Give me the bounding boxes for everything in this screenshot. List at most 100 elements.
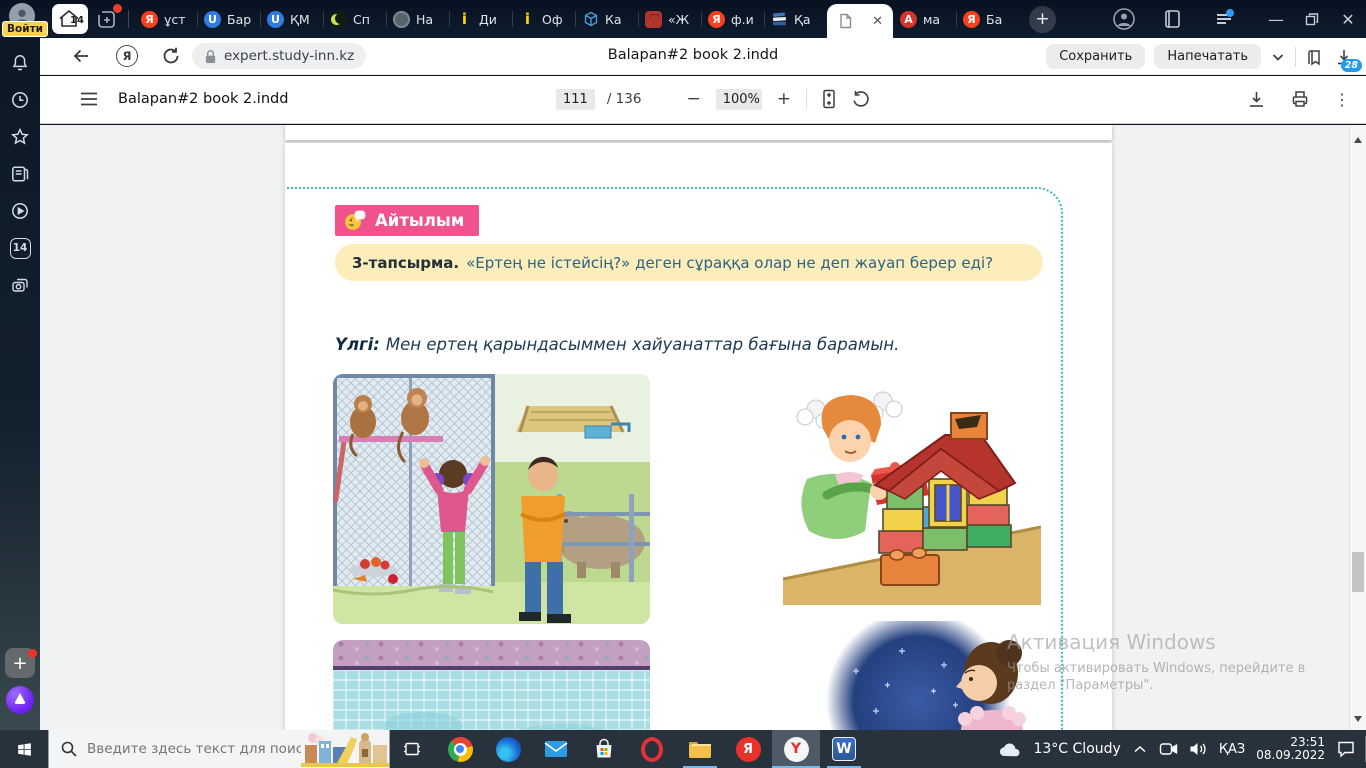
yandex-favicon: Я [141, 10, 158, 28]
task-number: 3-тапсырма. [352, 253, 460, 272]
browser-sidebar: 14 + [0, 38, 40, 730]
search-input[interactable] [87, 741, 301, 757]
pdf-print-icon[interactable] [1290, 89, 1310, 109]
building-blocks-illustration [783, 379, 1041, 605]
save-button[interactable]: Сохранить [1046, 44, 1146, 69]
weather-text[interactable]: 13°C Cloudy [1033, 741, 1120, 757]
red-a-favicon: А [900, 10, 917, 28]
tab-13[interactable]: Ама [893, 0, 956, 38]
taskbar-search[interactable] [48, 730, 390, 768]
video-play-icon[interactable] [0, 194, 40, 228]
edge-icon[interactable] [484, 730, 532, 768]
pdf-more-icon[interactable]: ⋮ [1334, 90, 1350, 109]
back-icon[interactable] [70, 45, 92, 67]
side-panel-icon[interactable] [1162, 8, 1184, 30]
page-number-input[interactable]: 111 [556, 88, 595, 110]
yandex-favicon: Я [963, 10, 980, 28]
window-controls: — ✕ [1112, 0, 1366, 38]
chevron-down-icon[interactable] [1270, 49, 1286, 65]
rotate-icon[interactable] [851, 89, 871, 109]
scroll-down-arrow[interactable] [1354, 716, 1362, 722]
tab-11[interactable]: Қа [764, 0, 827, 38]
pdf-download-icon[interactable] [1247, 89, 1266, 109]
document-favicon [837, 13, 854, 30]
screen: Войти 14 Яұст U Бар U ҚМ Сп На i Ди i Оф Ка … [0, 0, 1366, 768]
pdf-menu-icon[interactable] [80, 91, 98, 107]
yandex-app-icon[interactable]: Я [724, 730, 772, 768]
alice-assistant-button[interactable] [6, 686, 34, 714]
restore-button[interactable] [1294, 0, 1330, 38]
chrome-icon[interactable] [436, 730, 484, 768]
tabs-overview-icon[interactable]: 14 [0, 231, 40, 265]
new-tab-button[interactable]: + [1029, 5, 1056, 33]
start-button[interactable] [0, 730, 48, 768]
tab-10[interactable]: Яф.и [701, 0, 764, 38]
yandex-favicon: Я [708, 10, 725, 28]
tab-14[interactable]: Я Ба [956, 0, 1019, 38]
mail-icon[interactable] [532, 730, 580, 768]
notifications-bell-icon[interactable] [0, 46, 40, 80]
close-window-button[interactable]: ✕ [1330, 0, 1366, 38]
tab-1[interactable]: Яұст [134, 0, 197, 38]
zoom-in-button[interactable]: + [774, 89, 794, 109]
print-button[interactable]: Напечатать [1154, 44, 1261, 69]
screenshot-icon[interactable] [0, 268, 40, 302]
close-tab-icon[interactable]: ✕ [872, 14, 883, 29]
action-center-icon[interactable] [1336, 740, 1356, 758]
pdf-viewer[interactable]: Айтылым 3-тапсырма. «Ертең не істейсің?»… [40, 125, 1366, 730]
notification-dot [113, 4, 122, 13]
profile-icon[interactable] [1112, 7, 1136, 31]
briefcase-favicon [645, 10, 662, 28]
tab-active[interactable]: ✕ [827, 4, 893, 38]
weather-cloud-icon [1000, 743, 1020, 757]
download-count-badge: 28 [1340, 58, 1362, 72]
yandex-home-icon[interactable]: Я [116, 45, 138, 67]
tab-7[interactable]: i Оф [512, 0, 575, 38]
info-favicon: i [524, 10, 531, 28]
grey-favicon [393, 10, 410, 28]
minimize-button[interactable]: — [1258, 0, 1294, 38]
tray-chevron-icon[interactable] [1132, 742, 1148, 756]
document-title: Balapan#2 book 2.indd [607, 47, 779, 63]
tab-3[interactable]: U ҚМ [260, 0, 323, 38]
scrollbar-thumb[interactable] [1352, 552, 1364, 592]
tab-4[interactable]: Сп [323, 0, 386, 38]
scroll-up-arrow[interactable] [1354, 137, 1362, 143]
date-text: 08.09.2022 [1256, 748, 1325, 762]
keyboard-language[interactable]: ҚАЗ [1219, 742, 1245, 757]
pdf-page: Айтылым 3-тапсырма. «Ертең не істейсің?»… [285, 143, 1112, 730]
address-bar-row: Я expert.study-inn.kz Balapan#2 book 2.i… [40, 38, 1366, 75]
file-explorer-icon[interactable] [676, 730, 724, 768]
browser-menu-icon[interactable] [1206, 0, 1242, 38]
viewer-scrollbar[interactable] [1349, 125, 1366, 730]
volume-icon[interactable] [1189, 741, 1208, 757]
tab-6[interactable]: i Ди [449, 0, 512, 38]
speaking-badge: Айтылым [335, 205, 480, 236]
tabs-container: Яұст U Бар U ҚМ Сп На i Ди i Оф Ка «Ж Яф.и Қ… [134, 0, 1056, 38]
opera-icon[interactable] [628, 730, 676, 768]
yandex-browser-icon[interactable]: Y [772, 730, 820, 768]
store-icon[interactable] [580, 730, 628, 768]
collections-icon[interactable] [1305, 47, 1325, 67]
word-icon[interactable]: W [820, 730, 868, 768]
tab-2[interactable]: U Бар [197, 0, 260, 38]
fit-page-icon[interactable] [819, 88, 839, 110]
task-view-button[interactable] [388, 730, 436, 768]
taskbar: Я Y W 13°C Cloudy ҚАЗ 23:51 08.09.2022 [0, 730, 1366, 768]
zoom-out-button[interactable]: − [683, 89, 703, 109]
tab-9[interactable]: «Ж [638, 0, 701, 38]
tab-5[interactable]: На [386, 0, 449, 38]
zoom-level[interactable]: 100% [715, 88, 762, 110]
home-tabs-button[interactable]: 14 [52, 4, 88, 34]
menu-badge-dot [1226, 9, 1234, 17]
feed-icon[interactable] [0, 157, 40, 191]
taskbar-clock[interactable]: 23:51 08.09.2022 [1256, 735, 1325, 763]
tab-8[interactable]: Ка [575, 0, 638, 38]
meet-now-icon[interactable] [1159, 741, 1178, 757]
downloads-icon[interactable]: 28 [1334, 47, 1362, 72]
reload-icon[interactable] [160, 45, 182, 67]
bookmarks-star-icon[interactable] [0, 120, 40, 154]
history-clock-icon[interactable] [0, 83, 40, 117]
speaking-head-icon [345, 210, 366, 230]
login-badge[interactable]: Войти [2, 21, 49, 37]
